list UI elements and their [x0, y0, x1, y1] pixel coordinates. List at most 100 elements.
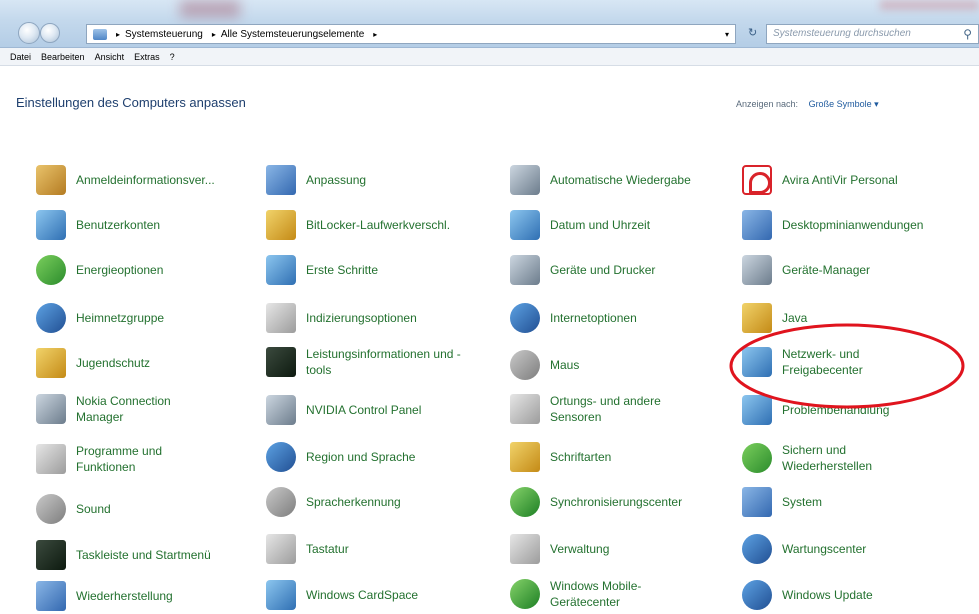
- cp-item-label: Sound: [76, 502, 111, 516]
- cp-item-label: Spracherkennung: [306, 495, 401, 509]
- address-bar[interactable]: ▸ Systemsteuerung ▸ Alle Systemsteuerung…: [86, 24, 736, 44]
- cp-item-speech-recognition[interactable]: Spracherkennung: [266, 487, 401, 517]
- cp-item-system[interactable]: System: [742, 487, 822, 517]
- cp-item-mouse[interactable]: Maus: [510, 350, 579, 380]
- cp-item-fonts[interactable]: Schriftarten: [510, 442, 611, 472]
- breadcrumb-item[interactable]: Alle Systemsteuerungselemente: [221, 29, 364, 40]
- cp-item-power-options[interactable]: Energieoptionen: [36, 255, 163, 285]
- cp-item-label: NVIDIA Control Panel: [306, 403, 422, 417]
- cp-item-label: Geräte und Drucker: [550, 263, 656, 277]
- page-title: Einstellungen des Computers anpassen: [16, 95, 246, 110]
- cp-item-label: Windows CardSpace: [306, 588, 419, 602]
- cp-item-credential-manager[interactable]: Anmeldeinformationsver...: [36, 165, 215, 195]
- cp-item-windows-update[interactable]: Windows Update: [742, 580, 873, 610]
- titlebar-glow: [180, 0, 240, 18]
- power-options-icon: [36, 255, 66, 285]
- cp-item-windows-mobile-device-center[interactable]: Windows Mobile-Gerätecenter: [510, 578, 700, 610]
- search-input[interactable]: Systemsteuerung durchsuchen ⚲: [766, 24, 979, 44]
- cp-item-personalization[interactable]: Anpassung: [266, 165, 366, 195]
- cp-item-label: Tastatur: [306, 542, 349, 556]
- cp-item-internet-options[interactable]: Internetoptionen: [510, 303, 637, 333]
- java-icon: [742, 303, 772, 333]
- menu-item-bearbeiten[interactable]: Bearbeiten: [41, 52, 85, 62]
- cp-item-label: Energieoptionen: [76, 263, 164, 277]
- cp-item-label: System: [782, 495, 823, 509]
- cp-item-date-time[interactable]: Datum und Uhrzeit: [510, 210, 650, 240]
- view-by: Anzeigen nach: Große Symbole ▾: [736, 99, 879, 110]
- cp-item-java[interactable]: Java: [742, 303, 807, 333]
- cp-item-troubleshooting[interactable]: Problembehandlung: [742, 395, 889, 425]
- cp-item-recovery[interactable]: Wiederherstellung: [36, 581, 173, 611]
- speaker-icon: [36, 494, 66, 524]
- cp-item-label: Wiederherstellung: [76, 589, 173, 603]
- menu-item-ansicht[interactable]: Ansicht: [95, 52, 125, 62]
- cp-item-network-sharing-center[interactable]: Netzwerk- und Freigabecenter: [742, 346, 922, 378]
- cp-item-desktop-gadgets[interactable]: Desktopminianwendungen: [742, 210, 923, 240]
- cp-item-label: Anmeldeinformationsver...: [76, 173, 215, 187]
- cp-item-label: Verwaltung: [550, 542, 610, 556]
- cp-item-label: Indizierungsoptionen: [306, 311, 417, 325]
- menu-item-extras[interactable]: Extras: [134, 52, 160, 62]
- view-by-dropdown[interactable]: Große Symbole ▾: [809, 99, 879, 109]
- cp-item-location-sensors[interactable]: Ortungs- und andere Sensoren: [510, 393, 700, 425]
- cp-item-devices-printers[interactable]: Geräte und Drucker: [510, 255, 655, 285]
- cp-item-performance-info[interactable]: Leistungsinformationen und -tools: [266, 346, 471, 378]
- cp-item-label: Programme und Funktionen: [76, 444, 163, 474]
- cp-item-keyboard[interactable]: Tastatur: [266, 534, 349, 564]
- breadcrumb-arrow-icon[interactable]: ▸: [373, 30, 377, 39]
- taskbar-icon: [36, 540, 66, 570]
- cp-item-label: Leistungsinformationen und -tools: [306, 347, 461, 377]
- cp-item-action-center[interactable]: Wartungscenter: [742, 534, 866, 564]
- breadcrumb-arrow-icon[interactable]: ▸: [212, 30, 216, 39]
- user-accounts-icon: [36, 210, 66, 240]
- cp-item-parental-controls[interactable]: Jugendschutz: [36, 348, 150, 378]
- cp-item-administrative-tools[interactable]: Verwaltung: [510, 534, 609, 564]
- gadgets-icon: [742, 210, 772, 240]
- cp-item-label: Avira AntiVir Personal: [782, 173, 898, 187]
- cp-item-label: Erste Schritte: [306, 263, 379, 277]
- forward-button[interactable]: [40, 23, 60, 43]
- cp-item-indexing-options[interactable]: Indizierungsoptionen: [266, 303, 417, 333]
- cp-item-programs-features[interactable]: Programme und Funktionen: [36, 443, 186, 475]
- cp-item-nvidia-control-panel[interactable]: NVIDIA Control Panel: [266, 395, 421, 425]
- cp-item-label: BitLocker-Laufwerkverschl.: [306, 218, 451, 232]
- cp-item-backup-restore[interactable]: Sichern und Wiederherstellen: [742, 442, 922, 474]
- cp-item-region-language[interactable]: Region und Sprache: [266, 442, 415, 472]
- cp-item-nokia-connection-manager[interactable]: Nokia Connection Manager: [36, 393, 186, 425]
- cp-item-taskbar-start-menu[interactable]: Taskleiste und Startmenü: [36, 540, 211, 570]
- admin-tools-icon: [510, 534, 540, 564]
- cp-item-label: Synchronisierungscenter: [550, 495, 683, 509]
- cp-item-getting-started[interactable]: Erste Schritte: [266, 255, 378, 285]
- programs-features-icon: [36, 444, 66, 474]
- menu-item-datei[interactable]: Datei: [10, 52, 31, 62]
- cp-item-sync-center[interactable]: Synchronisierungscenter: [510, 487, 682, 517]
- internet-options-icon: [510, 303, 540, 333]
- cp-item-user-accounts[interactable]: Benutzerkonten: [36, 210, 160, 240]
- parental-controls-icon: [36, 348, 66, 378]
- refresh-icon[interactable]: ↻: [748, 26, 757, 39]
- sensor-icon: [510, 394, 540, 424]
- cp-item-label: Geräte-Manager: [782, 263, 871, 277]
- cp-item-homegroup[interactable]: Heimnetzgruppe: [36, 303, 164, 333]
- cp-item-label: Anpassung: [306, 173, 367, 187]
- keyboard-icon: [266, 534, 296, 564]
- cp-item-label: Datum und Uhrzeit: [550, 218, 651, 232]
- back-button[interactable]: [18, 22, 40, 44]
- globe-icon: [266, 442, 296, 472]
- breadcrumb-arrow-icon[interactable]: ▸: [116, 30, 120, 39]
- search-icon[interactable]: ⚲: [963, 27, 972, 41]
- window-titlebar: ▸ Systemsteuerung ▸ Alle Systemsteuerung…: [0, 0, 979, 48]
- cp-item-autoplay[interactable]: Automatische Wiedergabe: [510, 165, 691, 195]
- breadcrumb-item[interactable]: Systemsteuerung: [125, 29, 203, 40]
- system-icon: [742, 487, 772, 517]
- cp-item-device-manager[interactable]: Geräte-Manager: [742, 255, 870, 285]
- menu-item-help[interactable]: ?: [170, 52, 175, 62]
- cp-item-avira-antivir[interactable]: Avira AntiVir Personal: [742, 165, 898, 195]
- fonts-icon: [510, 442, 540, 472]
- cp-item-bitlocker[interactable]: BitLocker-Laufwerkverschl.: [266, 210, 450, 240]
- cp-item-sound[interactable]: Sound: [36, 494, 111, 524]
- windows-update-icon: [742, 580, 772, 610]
- cp-item-windows-cardspace[interactable]: Windows CardSpace: [266, 580, 418, 610]
- chevron-down-icon[interactable]: ▾: [725, 30, 729, 39]
- performance-icon: [266, 347, 296, 377]
